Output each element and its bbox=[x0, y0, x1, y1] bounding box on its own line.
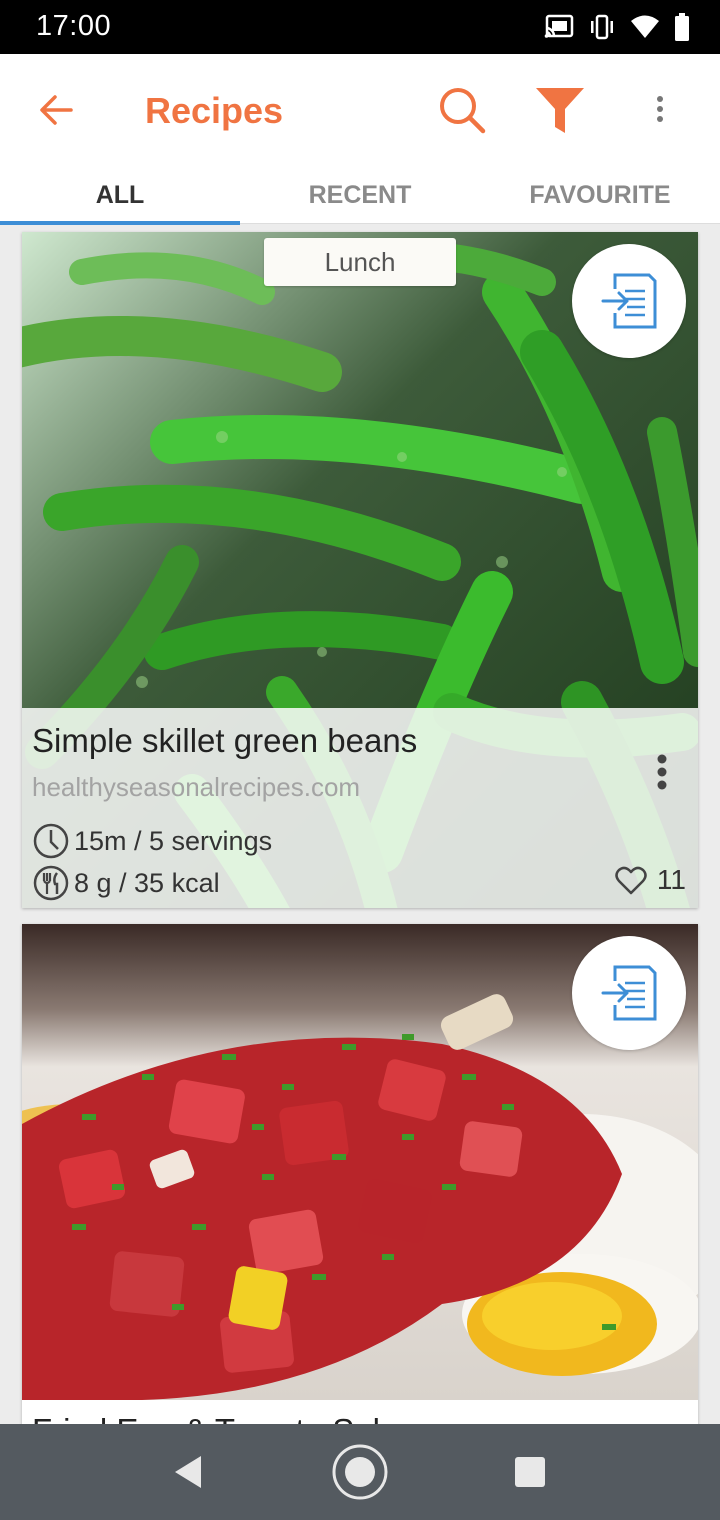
add-to-plan-button[interactable] bbox=[572, 244, 686, 358]
page-title: Recipes bbox=[145, 90, 284, 131]
more-vert-icon bbox=[657, 754, 667, 790]
recipe-card[interactable]: Lunch Simple skillet green beans healthy… bbox=[22, 232, 698, 908]
screen: 17:00 Recipes ALL RECENT FAVOURITE Lunch… bbox=[0, 0, 720, 1520]
nav-back-button[interactable] bbox=[158, 1442, 218, 1502]
cutlery-icon bbox=[33, 865, 69, 901]
time-servings: 15m / 5 servings bbox=[74, 825, 273, 856]
add-to-plan-button[interactable] bbox=[572, 936, 686, 1050]
battery-icon bbox=[674, 13, 690, 41]
nav-back-icon bbox=[175, 1456, 201, 1488]
status-icons bbox=[544, 12, 690, 42]
card-menu-button[interactable] bbox=[650, 742, 674, 802]
cast-icon bbox=[544, 14, 574, 40]
heart-icon bbox=[615, 866, 647, 895]
system-nav-bar bbox=[0, 1424, 720, 1520]
tab-recent[interactable]: RECENT bbox=[240, 166, 480, 224]
back-arrow-icon bbox=[40, 95, 73, 125]
vibrate-icon bbox=[588, 14, 616, 40]
status-bar: 17:00 bbox=[0, 0, 720, 54]
nav-recents-icon bbox=[515, 1457, 545, 1487]
like-button[interactable]: 11 bbox=[615, 864, 686, 896]
nav-home-button[interactable] bbox=[330, 1442, 390, 1502]
add-to-plan-icon bbox=[601, 273, 657, 329]
tab-favourite[interactable]: FAVOURITE bbox=[480, 166, 720, 224]
filter-icon bbox=[536, 88, 584, 133]
wifi-icon bbox=[630, 14, 660, 40]
nav-home-icon bbox=[332, 1444, 388, 1500]
app-bar: Recipes bbox=[0, 54, 720, 166]
filter-button[interactable] bbox=[530, 80, 590, 140]
meal-type-badge: Lunch bbox=[264, 238, 456, 286]
nav-recents-button[interactable] bbox=[500, 1442, 560, 1502]
like-count: 11 bbox=[656, 864, 686, 895]
time-servings-row: 15m / 5 servings bbox=[32, 822, 272, 860]
card-info-panel: Simple skillet green beans healthyseason… bbox=[22, 708, 698, 908]
status-time: 17:00 bbox=[36, 10, 112, 42]
add-to-plan-icon bbox=[601, 965, 657, 1021]
recipe-card[interactable]: Fried Egg & Tomato Salsa bbox=[22, 924, 698, 1444]
recipe-title: Simple skillet green beans bbox=[32, 722, 418, 759]
recipe-source: healthyseasonalrecipes.com bbox=[32, 772, 361, 802]
tab-all[interactable]: ALL bbox=[0, 166, 240, 225]
back-button[interactable] bbox=[28, 82, 84, 138]
clock-icon bbox=[33, 823, 69, 859]
nutrition-row: 8 g / 35 kcal bbox=[32, 864, 220, 902]
overflow-menu-button[interactable] bbox=[640, 84, 680, 134]
search-button[interactable] bbox=[432, 80, 492, 140]
search-icon bbox=[440, 88, 486, 134]
nutrition: 8 g / 35 kcal bbox=[74, 867, 220, 898]
more-vert-icon bbox=[657, 96, 663, 122]
tab-bar: ALL RECENT FAVOURITE bbox=[0, 166, 720, 225]
